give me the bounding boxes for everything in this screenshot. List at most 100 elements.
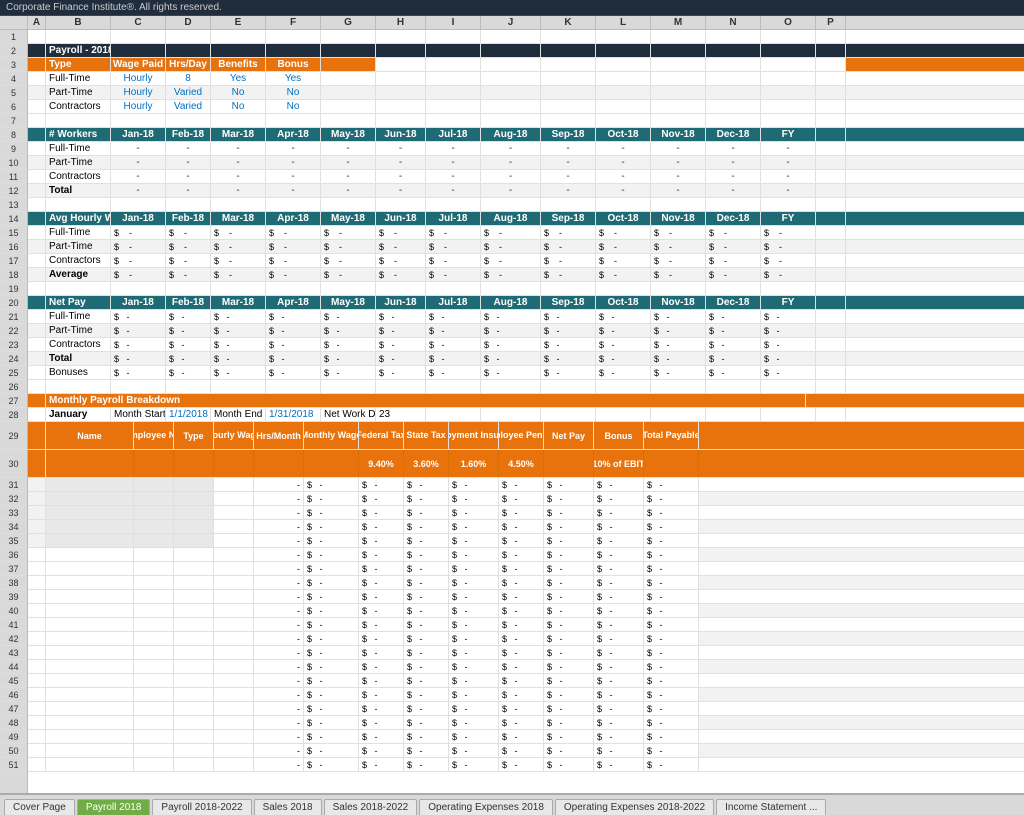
row-8-workers-header: # Workers Jan-18 Feb-18 Mar-18 Apr-18 Ma… — [28, 128, 1024, 142]
row-48: - $ - $ - $ - $ - $ - $ - $ - $ - — [28, 716, 1024, 730]
tab-sales-2018-2022[interactable]: Sales 2018-2022 — [324, 799, 418, 815]
row-36: - $ - $ - $ - $ - $ - $ - $ - $ - — [28, 548, 1024, 562]
net-work-days-label: Net Work Days — [321, 408, 376, 421]
tab-operating-2018-2022[interactable]: Operating Expenses 2018-2022 — [555, 799, 714, 815]
row-49: - $ - $ - $ - $ - $ - $ - $ - $ - — [28, 730, 1024, 744]
row-22: Part-Time $ - $ - $ - $ - $ - $ - $ - $ … — [28, 324, 1024, 338]
parttime-hrs: Varied — [166, 86, 211, 99]
fulltime-label: Full-Time — [46, 72, 111, 85]
bonus-pct: 10% of EBIT — [594, 450, 644, 477]
row-25: Bonuses $ - $ - $ - $ - $ - $ - $ - $ - … — [28, 366, 1024, 380]
col-header-M: M — [651, 16, 706, 29]
type-header: Type — [46, 58, 111, 71]
fed-tax-pct: 9.40% — [359, 450, 404, 477]
col-header-O: O — [761, 16, 816, 29]
detail-pension-header: Employee Pension — [499, 422, 544, 449]
row-34: - $ - $ - $ - $ - $ - $ - $ - $ - — [28, 520, 1024, 534]
row-14-avg-wage-header: Avg Hourly Wage Jan-18 Feb-18 Mar-18 Apr… — [28, 212, 1024, 226]
copyright-text: Corporate Finance Institute®. All rights… — [6, 2, 222, 13]
detail-monthly-wage-header: Monthly Wage — [304, 422, 359, 449]
row-38: - $ - $ - $ - $ - $ - $ - $ - $ - — [28, 576, 1024, 590]
avg-wage-label: Avg Hourly Wage — [46, 212, 111, 225]
contractors-bonus: No — [266, 100, 321, 113]
tab-payroll-2018-2022[interactable]: Payroll 2018-2022 — [152, 799, 251, 815]
col-header-F: F — [266, 16, 321, 29]
row-41: - $ - $ - $ - $ - $ - $ - $ - $ - — [28, 618, 1024, 632]
row-3-type-headers: Type Wage Paid Hrs/Day Benefits Bonus — [28, 58, 1024, 72]
col-header-C: C — [111, 16, 166, 29]
month-start-val: 1/1/2018 — [166, 408, 211, 421]
row-50: - $ - $ - $ - $ - $ - $ - $ - $ - — [28, 744, 1024, 758]
wage-paid-header: Wage Paid — [111, 58, 166, 71]
col-header-L: L — [596, 16, 651, 29]
top-bar: Corporate Finance Institute®. All rights… — [0, 0, 1024, 16]
tab-cover-page[interactable]: Cover Page — [4, 799, 75, 815]
row-35: - $ - $ - $ - $ - $ - $ - $ - $ - — [28, 534, 1024, 548]
tab-payroll-2018[interactable]: Payroll 2018 — [77, 799, 151, 815]
col-header-J: J — [481, 16, 541, 29]
detail-state-tax-header: State Tax — [404, 422, 449, 449]
grid-content: Payroll - 2018 Type Wage Pa — [28, 30, 1024, 793]
data-rows: - $ - $ - $ - $ - $ - $ - $ - $ - - $ - … — [28, 478, 1024, 772]
col-header-H: H — [376, 16, 426, 29]
net-pay-label: Net Pay — [46, 296, 111, 309]
benefits-header: Benefits — [211, 58, 266, 71]
row-40: - $ - $ - $ - $ - $ - $ - $ - $ - — [28, 604, 1024, 618]
detail-fed-tax-header: Federal Tax — [359, 422, 404, 449]
spreadsheet-container: Corporate Finance Institute®. All rights… — [0, 0, 1024, 815]
contractors-wage: Hourly — [111, 100, 166, 113]
tab-operating-2018[interactable]: Operating Expenses 2018 — [419, 799, 553, 815]
col-header-N: N — [706, 16, 761, 29]
row-numbers: 1 2 3 4 5 6 7 8 9 10 11 12 13 14 15 16 1… — [0, 30, 28, 793]
workers-section-label: # Workers — [46, 128, 111, 141]
col-header-A: A — [28, 16, 46, 29]
bonus-header: Bonus — [266, 58, 321, 71]
contractors-label: Contractors — [46, 100, 111, 113]
contractors-benefits: No — [211, 100, 266, 113]
col-header-K: K — [541, 16, 596, 29]
detail-bonus-header: Bonus — [594, 422, 644, 449]
row-51: - $ - $ - $ - $ - $ - $ - $ - $ - — [28, 758, 1024, 772]
row-24: Total $ - $ - $ - $ - $ - $ - $ - $ - $ … — [28, 352, 1024, 366]
col-header-G: G — [321, 16, 376, 29]
fulltime-bonus: Yes — [266, 72, 321, 85]
row-12: Total - - - - - - - - - - - - - — [28, 184, 1024, 198]
fulltime-benefits: Yes — [211, 72, 266, 85]
row-37: - $ - $ - $ - $ - $ - $ - $ - $ - — [28, 562, 1024, 576]
row-1 — [28, 30, 1024, 44]
row-27-monthly-header: Monthly Payroll Breakdown — [28, 394, 1024, 408]
row-45: - $ - $ - $ - $ - $ - $ - $ - $ - — [28, 674, 1024, 688]
month-end-val: 1/31/2018 — [266, 408, 321, 421]
row-30-pct-headers: 9.40% 3.60% 1.60% 4.50% 10% of EBIT — [28, 450, 1024, 478]
row-6-contractors: Contractors Hourly Varied No No — [28, 100, 1024, 114]
row-44: - $ - $ - $ - $ - $ - $ - $ - $ - — [28, 660, 1024, 674]
row-15: Full-Time $ - $ - $ - $ - $ - $ - $ - $ … — [28, 226, 1024, 240]
net-work-days-val: 23 — [376, 408, 426, 421]
row-23: Contractors $ - $ - $ - $ - $ - $ - $ - … — [28, 338, 1024, 352]
row-17: Contractors $ - $ - $ - $ - $ - $ - $ - … — [28, 254, 1024, 268]
detail-empno-header: Employee No. — [134, 422, 174, 449]
detail-emp-ins-header: Employment Insurance — [449, 422, 499, 449]
tab-sales-2018[interactable]: Sales 2018 — [254, 799, 322, 815]
tab-income-statement[interactable]: Income Statement ... — [716, 799, 826, 815]
row-29-detail-headers: Name Employee No. Type Hourly Wage Hrs/M… — [28, 422, 1024, 450]
parttime-wage: Hourly — [111, 86, 166, 99]
hrs-day-header: Hrs/Day — [166, 58, 211, 71]
month-start-label: Month Start — [111, 408, 166, 421]
parttime-bonus: No — [266, 86, 321, 99]
detail-type-header: Type — [174, 422, 214, 449]
payroll-title: Payroll - 2018 — [46, 44, 111, 57]
col-header-P: P — [816, 16, 846, 29]
pension-pct: 4.50% — [499, 450, 544, 477]
row-43: - $ - $ - $ - $ - $ - $ - $ - $ - — [28, 646, 1024, 660]
row-4-fulltime: Full-Time Hourly 8 Yes Yes — [28, 72, 1024, 86]
contractors-hrs: Varied — [166, 100, 211, 113]
detail-total-payable-header: Total Payable — [644, 422, 699, 449]
row-46: - $ - $ - $ - $ - $ - $ - $ - $ - — [28, 688, 1024, 702]
row-47: - $ - $ - $ - $ - $ - $ - $ - $ - — [28, 702, 1024, 716]
row-9: Full-Time - - - - - - - - - - - - - — [28, 142, 1024, 156]
row-21: Full-Time $ - $ - $ - $ - $ - $ - $ - $ … — [28, 310, 1024, 324]
row-19 — [28, 282, 1024, 296]
tabs-bar: Cover Page Payroll 2018 Payroll 2018-202… — [0, 793, 1024, 815]
row-32: - $ - $ - $ - $ - $ - $ - $ - $ - — [28, 492, 1024, 506]
